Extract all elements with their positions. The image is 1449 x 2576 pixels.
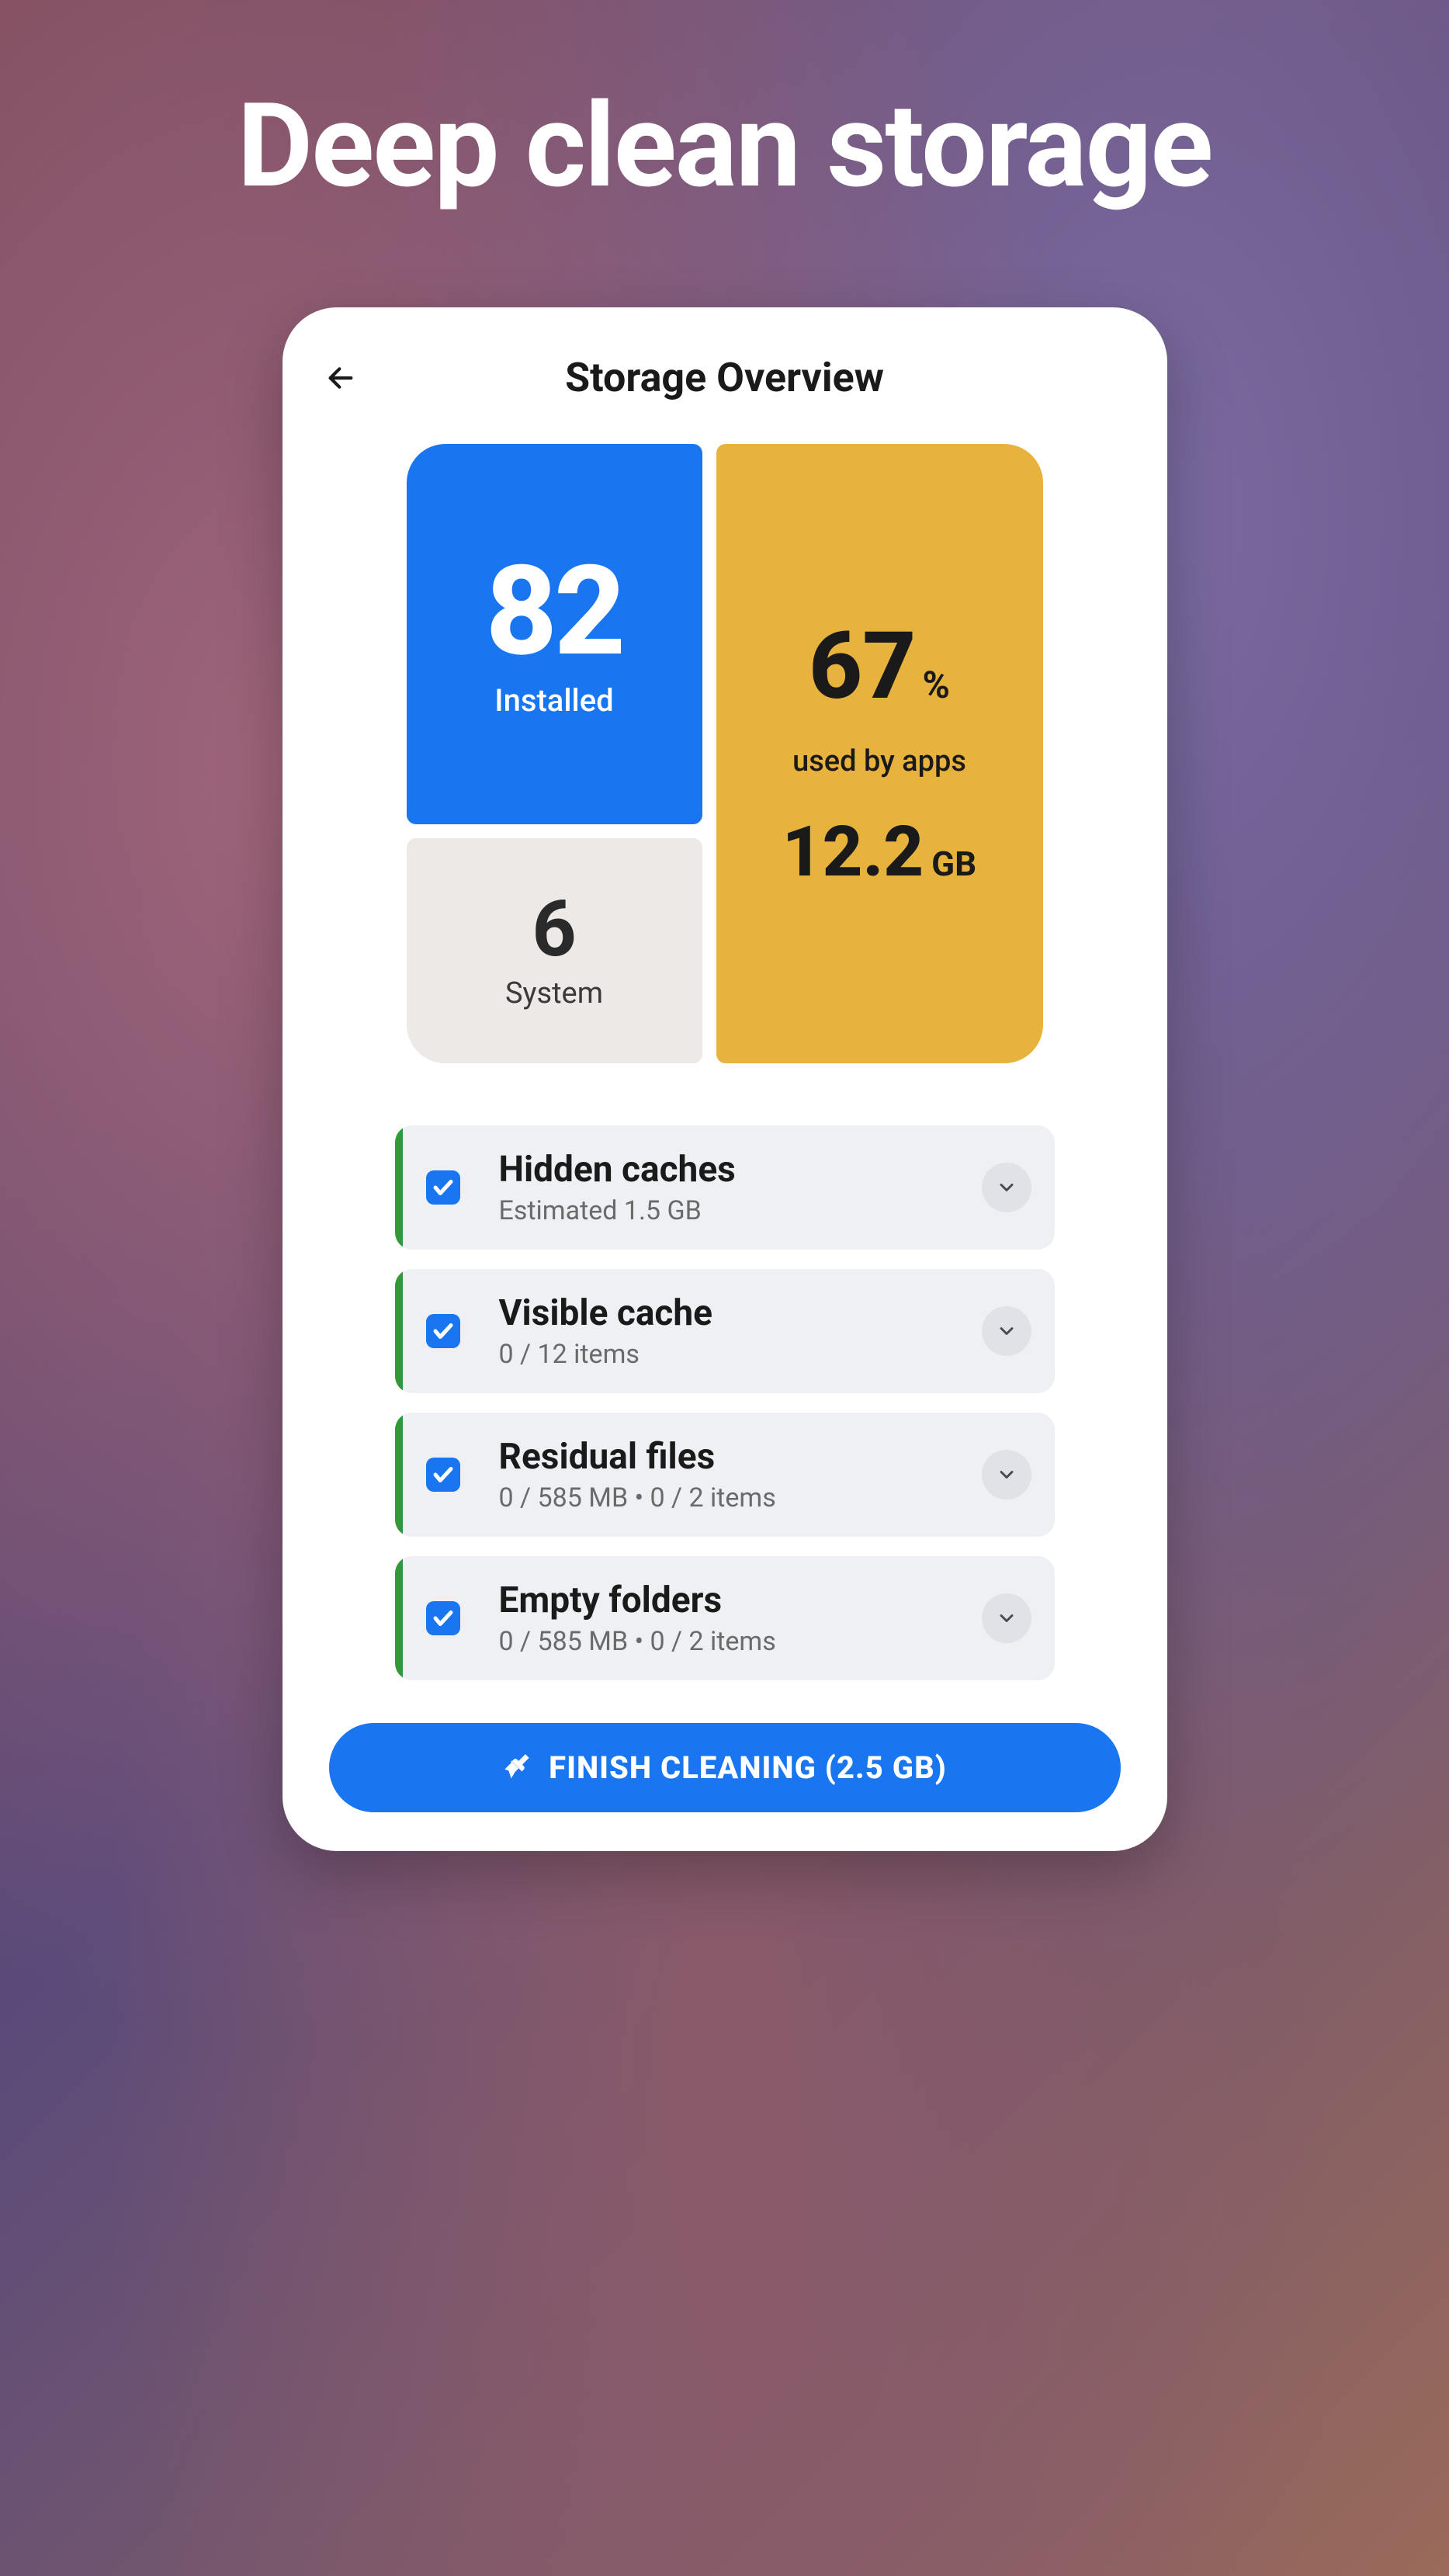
hero-title: Deep clean storage [237, 78, 1212, 214]
installed-count: 82 [486, 550, 623, 674]
checkbox[interactable] [426, 1601, 460, 1635]
check-icon [432, 1607, 455, 1630]
check-icon [432, 1319, 455, 1343]
stats-grid: 82 Installed 6 System 67 % used by apps … [407, 444, 1043, 1063]
page-title: Storage Overview [321, 354, 1128, 401]
clean-item-empty-folders[interactable]: Empty folders 0 / 585 MB • 0 / 2 items [395, 1556, 1055, 1680]
checkbox[interactable] [426, 1458, 460, 1492]
chevron-down-icon [996, 1320, 1017, 1342]
app-header: Storage Overview [314, 354, 1136, 401]
chevron-down-icon [996, 1464, 1017, 1486]
clean-item-hidden-caches[interactable]: Hidden caches Estimated 1.5 GB [395, 1125, 1055, 1250]
usage-size-unit: GB [931, 844, 976, 884]
usage-percent-value: 67 [809, 620, 916, 713]
expand-button[interactable] [982, 1306, 1031, 1356]
check-icon [432, 1176, 455, 1199]
usage-card[interactable]: 67 % used by apps 12.2 GB [716, 444, 1043, 1063]
expand-button[interactable] [982, 1450, 1031, 1499]
installed-card[interactable]: 82 Installed [407, 444, 702, 824]
expand-button[interactable] [982, 1163, 1031, 1212]
finish-cleaning-button[interactable]: FINISH CLEANING (2.5 GB) [329, 1723, 1121, 1812]
expand-button[interactable] [982, 1593, 1031, 1643]
clean-item-subtitle: 0 / 585 MB • 0 / 2 items [499, 1482, 982, 1513]
clean-item-title: Residual files [499, 1436, 982, 1478]
chevron-down-icon [996, 1177, 1017, 1198]
clean-item-subtitle: 0 / 12 items [499, 1339, 982, 1370]
clean-item-subtitle: Estimated 1.5 GB [499, 1195, 982, 1226]
usage-label: used by apps [792, 744, 966, 778]
phone-frame: Storage Overview 82 Installed 6 System 6… [283, 307, 1167, 1851]
usage-size-value: 12.2 [782, 817, 924, 887]
clean-list: Hidden caches Estimated 1.5 GB Visible c… [395, 1125, 1055, 1680]
installed-label: Installed [494, 682, 613, 719]
clean-item-visible-cache[interactable]: Visible cache 0 / 12 items [395, 1269, 1055, 1393]
clean-item-title: Visible cache [499, 1292, 982, 1334]
clean-item-residual-files[interactable]: Residual files 0 / 585 MB • 0 / 2 items [395, 1413, 1055, 1537]
check-icon [432, 1463, 455, 1486]
system-card[interactable]: 6 System [407, 838, 702, 1063]
clean-item-title: Empty folders [499, 1579, 982, 1621]
system-label: System [505, 976, 603, 1011]
system-count: 6 [532, 891, 576, 969]
clean-item-subtitle: 0 / 585 MB • 0 / 2 items [499, 1626, 982, 1657]
usage-percent-symbol: % [922, 663, 949, 707]
checkbox[interactable] [426, 1170, 460, 1205]
checkbox[interactable] [426, 1314, 460, 1348]
broom-icon [502, 1753, 533, 1784]
clean-item-title: Hidden caches [499, 1149, 982, 1191]
finish-button-label: FINISH CLEANING (2.5 GB) [549, 1749, 947, 1786]
chevron-down-icon [996, 1607, 1017, 1629]
